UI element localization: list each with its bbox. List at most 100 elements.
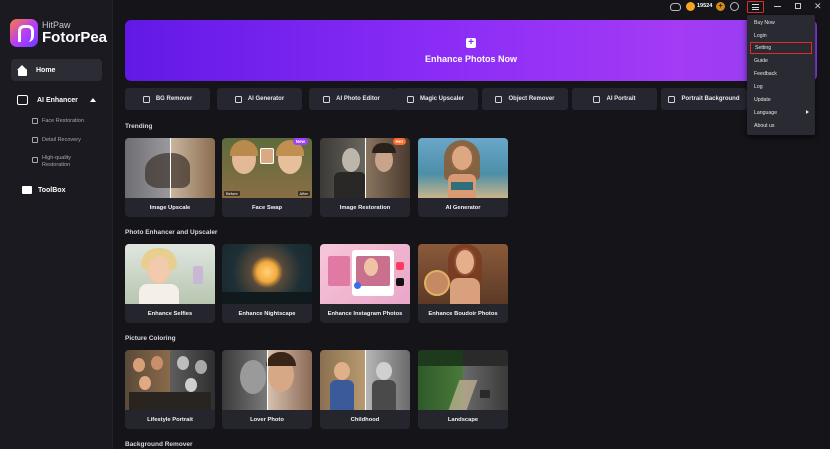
menu-item-update[interactable]: Update: [747, 93, 815, 106]
card-enhance-boudoir[interactable]: Enhance Boudoir Photos: [418, 244, 508, 323]
add-coins-button[interactable]: +: [716, 2, 725, 11]
card-label: Image Upscale: [149, 204, 191, 211]
sidebar-subitem-face-restoration[interactable]: Face Restoration: [32, 118, 84, 125]
toolbox-icon: [22, 186, 32, 194]
sidebar-item-label: ToolBox: [38, 186, 66, 194]
card-lover-photo[interactable]: Lover Photo: [222, 350, 312, 429]
card-enhance-nightscape[interactable]: Enhance Nightscape: [222, 244, 312, 323]
detail-icon: [32, 137, 38, 143]
portrait-bg-icon: [668, 95, 676, 103]
tool-ai-portrait[interactable]: AI Portrait: [572, 88, 657, 110]
enhance-photos-banner[interactable]: + Enhance Photos Now: [125, 20, 817, 81]
card-image: [418, 350, 508, 410]
card-enhance-instagram[interactable]: Enhance Instagram Photos: [320, 244, 410, 323]
after-label: After: [297, 191, 310, 196]
card-landscape[interactable]: Landscape: [418, 350, 508, 429]
chevron-right-icon: [806, 110, 809, 114]
banner-label: Enhance Photos Now: [424, 53, 517, 64]
sidebar-item-home[interactable]: Home: [11, 59, 102, 81]
card-label: Childhood: [350, 416, 380, 423]
sidebar-subitem-detail-recovery[interactable]: Detail Recovery: [32, 137, 81, 144]
tool-label: AI Photo Editor: [336, 96, 380, 102]
add-photo-icon: +: [466, 37, 476, 48]
tool-label: AI Portrait: [606, 96, 636, 102]
card-image: [320, 350, 410, 410]
card-label: Face Swap: [252, 204, 282, 211]
menu-item-about-us[interactable]: About us: [747, 119, 815, 132]
chevron-up-icon: [90, 98, 96, 102]
tool-bg-remover[interactable]: BG Remover: [125, 88, 210, 110]
tool-label: Magic Upscaler: [419, 96, 465, 102]
card-lifestyle-portrait[interactable]: Lifestyle Portrait: [125, 350, 215, 429]
face-icon: [32, 118, 38, 124]
close-button[interactable]: ✕: [814, 0, 822, 12]
card-label: Enhance Boudoir Photos: [428, 310, 498, 317]
bg-remover-icon: [142, 95, 150, 103]
card-face-swap[interactable]: Before After New Face Swap: [222, 138, 312, 217]
tool-portrait-background[interactable]: Portrait Background: [661, 88, 747, 110]
tool-label: Object Remover: [508, 96, 555, 102]
menu-item-guide[interactable]: Guide: [747, 54, 815, 67]
card-image-restoration[interactable]: Hot Image Restoration: [320, 138, 410, 217]
card-image: [320, 138, 410, 198]
app-logo: HitPaw FotorPea: [10, 19, 107, 47]
ai-generator-icon: [234, 95, 242, 103]
card-label: Enhance Instagram Photos: [327, 310, 403, 317]
sidebar-subitem-label: Detail Recovery: [42, 137, 81, 143]
discord-icon[interactable]: [670, 3, 681, 11]
minimize-button[interactable]: [774, 6, 781, 7]
sidebar-item-label: Home: [36, 66, 56, 74]
card-ai-generator[interactable]: AI Generator: [418, 138, 508, 217]
card-image-upscale[interactable]: Image Upscale: [125, 138, 215, 217]
section-title-picture-coloring: Picture Coloring: [125, 335, 176, 342]
coin-icon: [686, 2, 695, 11]
card-image: [125, 244, 215, 304]
sidebar-subitem-label: High-quality Restoration: [42, 155, 72, 168]
card-label: AI Generator: [445, 204, 481, 211]
home-icon: [17, 64, 28, 76]
card-image: [125, 350, 215, 410]
card-label: Enhance Nightscape: [238, 310, 296, 317]
sidebar-item-ai-enhancer[interactable]: AI Enhancer: [17, 94, 102, 106]
coin-balance: 19524: [697, 3, 713, 9]
card-enhance-selfies[interactable]: Enhance Selfies: [125, 244, 215, 323]
main-menu-button[interactable]: [747, 1, 764, 13]
maximize-button[interactable]: [795, 3, 801, 9]
card-image: [320, 244, 410, 304]
portrait-icon: [593, 95, 601, 103]
menu-item-setting[interactable]: Setting: [750, 42, 812, 54]
card-image: [418, 138, 508, 198]
section-title-background-remover: Background Remover: [125, 441, 193, 448]
menu-item-language[interactable]: Language: [747, 106, 815, 119]
tool-ai-photo-editor[interactable]: AI Photo Editor: [309, 88, 394, 110]
tool-ai-generator[interactable]: AI Generator: [217, 88, 302, 110]
sidebar: HitPaw FotorPea Home AI Enhancer Face Re…: [0, 0, 113, 449]
menu-item-label: Language: [754, 109, 778, 116]
restoration-icon: [32, 157, 38, 163]
card-label: Landscape: [447, 416, 479, 423]
photo-editor-icon: [323, 95, 331, 103]
card-childhood[interactable]: Childhood: [320, 350, 410, 429]
main-menu-dropdown: Buy Now Login Setting Guide Feedback Log…: [747, 15, 815, 135]
menu-item-feedback[interactable]: Feedback: [747, 67, 815, 80]
tool-object-remover[interactable]: Object Remover: [482, 88, 568, 110]
tool-magic-upscaler[interactable]: Magic Upscaler: [393, 88, 478, 110]
card-label: Lifestyle Portrait: [147, 416, 193, 423]
sidebar-item-toolbox[interactable]: ToolBox: [22, 186, 65, 194]
sidebar-subitem-high-quality-restoration[interactable]: High-quality Restoration: [32, 155, 72, 169]
menu-item-log[interactable]: Log: [747, 80, 815, 93]
card-image: [222, 244, 312, 304]
card-image: Before After: [222, 138, 312, 198]
tool-label: BG Remover: [155, 96, 193, 102]
tool-shortcuts: BG Remover AI Generator AI Photo Editor …: [125, 88, 825, 110]
hot-badge: Hot: [392, 138, 406, 145]
card-label: Enhance Selfies: [147, 310, 193, 317]
account-icon[interactable]: [730, 2, 739, 11]
menu-item-login[interactable]: Login: [747, 29, 815, 42]
menu-item-buy-now[interactable]: Buy Now: [747, 16, 815, 29]
card-label: Lover Photo: [250, 416, 284, 423]
ai-enhancer-icon: [17, 95, 28, 105]
eraser-icon: [495, 95, 503, 103]
tool-label: AI Generator: [247, 96, 285, 102]
card-image: [125, 138, 215, 198]
